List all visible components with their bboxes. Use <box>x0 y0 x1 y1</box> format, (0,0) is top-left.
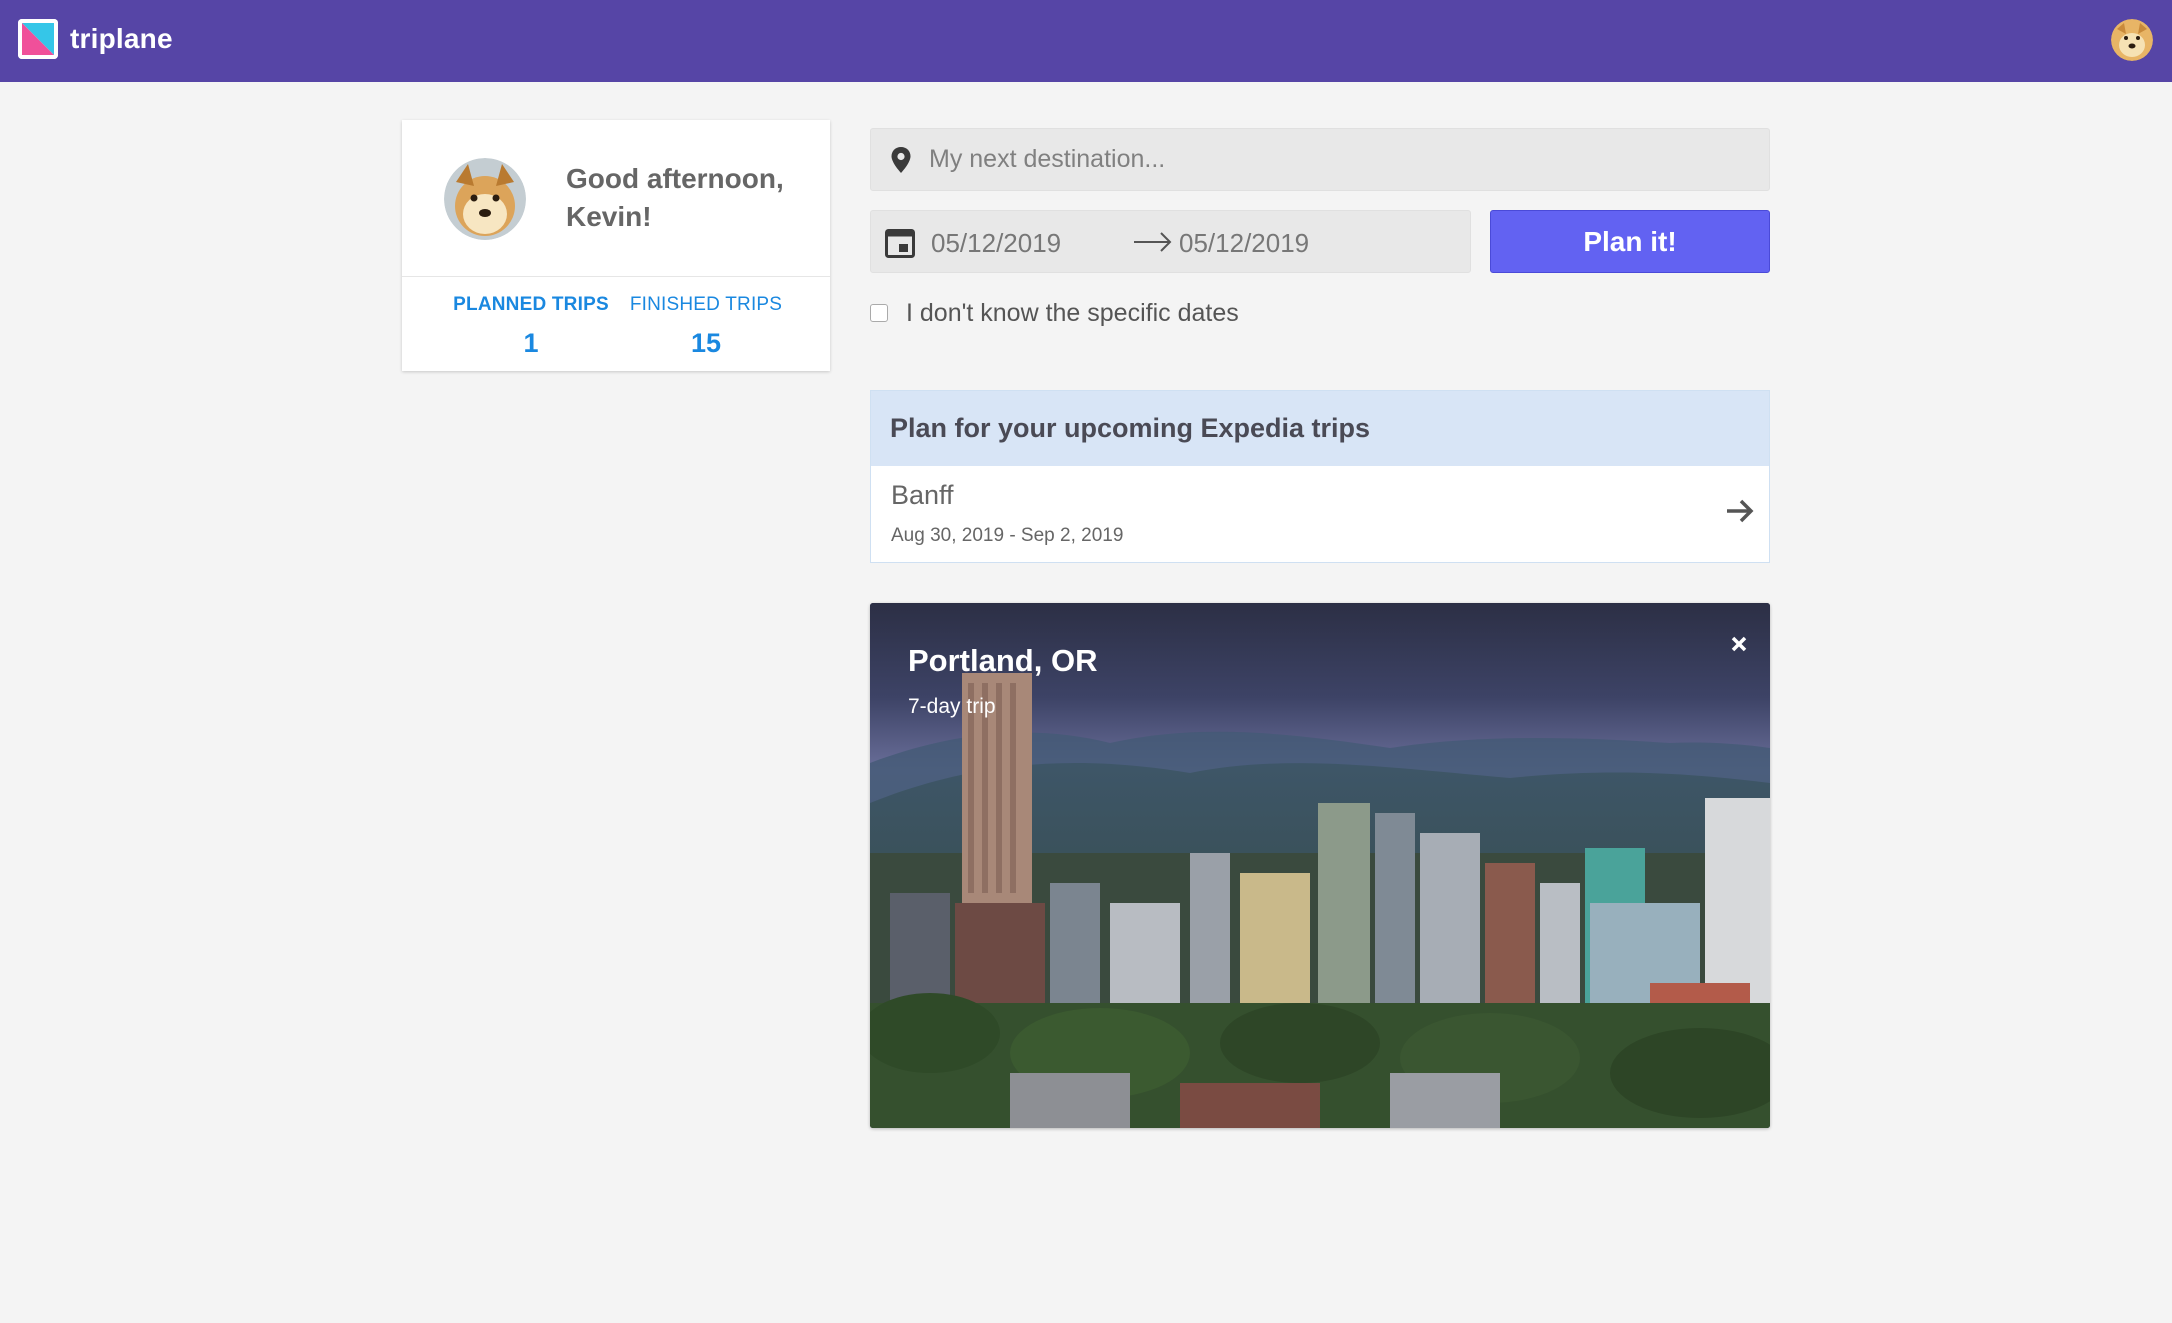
no-dates-option[interactable]: I don't know the specific dates <box>870 298 1239 328</box>
no-dates-checkbox[interactable] <box>870 304 888 322</box>
planned-trips-label: PLANNED TRIPS <box>453 294 609 315</box>
trip-card-subtitle: 7-day trip <box>908 695 996 718</box>
expedia-panel-header: Plan for your upcoming Expedia trips <box>871 391 1769 466</box>
expedia-trips-panel: Plan for your upcoming Expedia trips Ban… <box>870 390 1770 563</box>
calendar-icon <box>885 229 915 258</box>
expedia-panel-title: Plan for your upcoming Expedia trips <box>890 413 1371 443</box>
arrow-right-icon <box>1134 232 1172 252</box>
brand-home-link[interactable]: triplane <box>18 18 173 60</box>
end-date-field[interactable]: 05/12/2019 <box>1179 228 1309 259</box>
planned-trips-count: 1 <box>523 328 539 358</box>
date-range-picker[interactable]: 05/12/2019 05/12/2019 <box>870 210 1471 273</box>
trip-card-title: Portland, OR <box>908 643 1098 678</box>
finished-trips-count: 15 <box>690 328 722 358</box>
finished-trips-label: FINISHED TRIPS <box>629 294 783 315</box>
close-icon[interactable] <box>1726 631 1752 657</box>
app-name: triplane <box>70 23 173 54</box>
destination-field <box>870 128 1770 191</box>
profile-header: Good afternoon, Kevin! <box>402 120 830 277</box>
trip-card[interactable]: Portland, OR 7-day trip <box>870 603 1770 1128</box>
arrow-right-icon[interactable] <box>1725 498 1755 524</box>
plan-it-button[interactable]: Plan it! <box>1490 210 1770 273</box>
city-skyline-image <box>870 603 1770 1128</box>
profile-avatar <box>444 158 526 240</box>
planned-trips-stat[interactable]: PLANNED TRIPS 1 <box>446 294 616 359</box>
no-dates-label: I don't know the specific dates <box>906 298 1239 327</box>
expedia-trip-dates: Aug 30, 2019 - Sep 2, 2019 <box>891 525 1124 546</box>
location-pin-icon <box>891 147 911 173</box>
finished-trips-stat[interactable]: FINISHED TRIPS 15 <box>624 294 788 359</box>
triplane-logo-icon <box>18 19 58 59</box>
expedia-trip-row[interactable]: Banff Aug 30, 2019 - Sep 2, 2019 <box>871 466 1769 562</box>
destination-input[interactable] <box>929 129 1749 190</box>
profile-card: Good afternoon, Kevin! PLANNED TRIPS 1 F… <box>402 120 830 371</box>
top-navigation-bar: triplane <box>0 0 2172 82</box>
greeting-text: Good afternoon, Kevin! <box>566 163 784 232</box>
start-date-field[interactable]: 05/12/2019 <box>931 228 1061 259</box>
user-avatar-menu[interactable] <box>2111 19 2153 61</box>
expedia-trip-destination: Banff <box>891 480 954 510</box>
